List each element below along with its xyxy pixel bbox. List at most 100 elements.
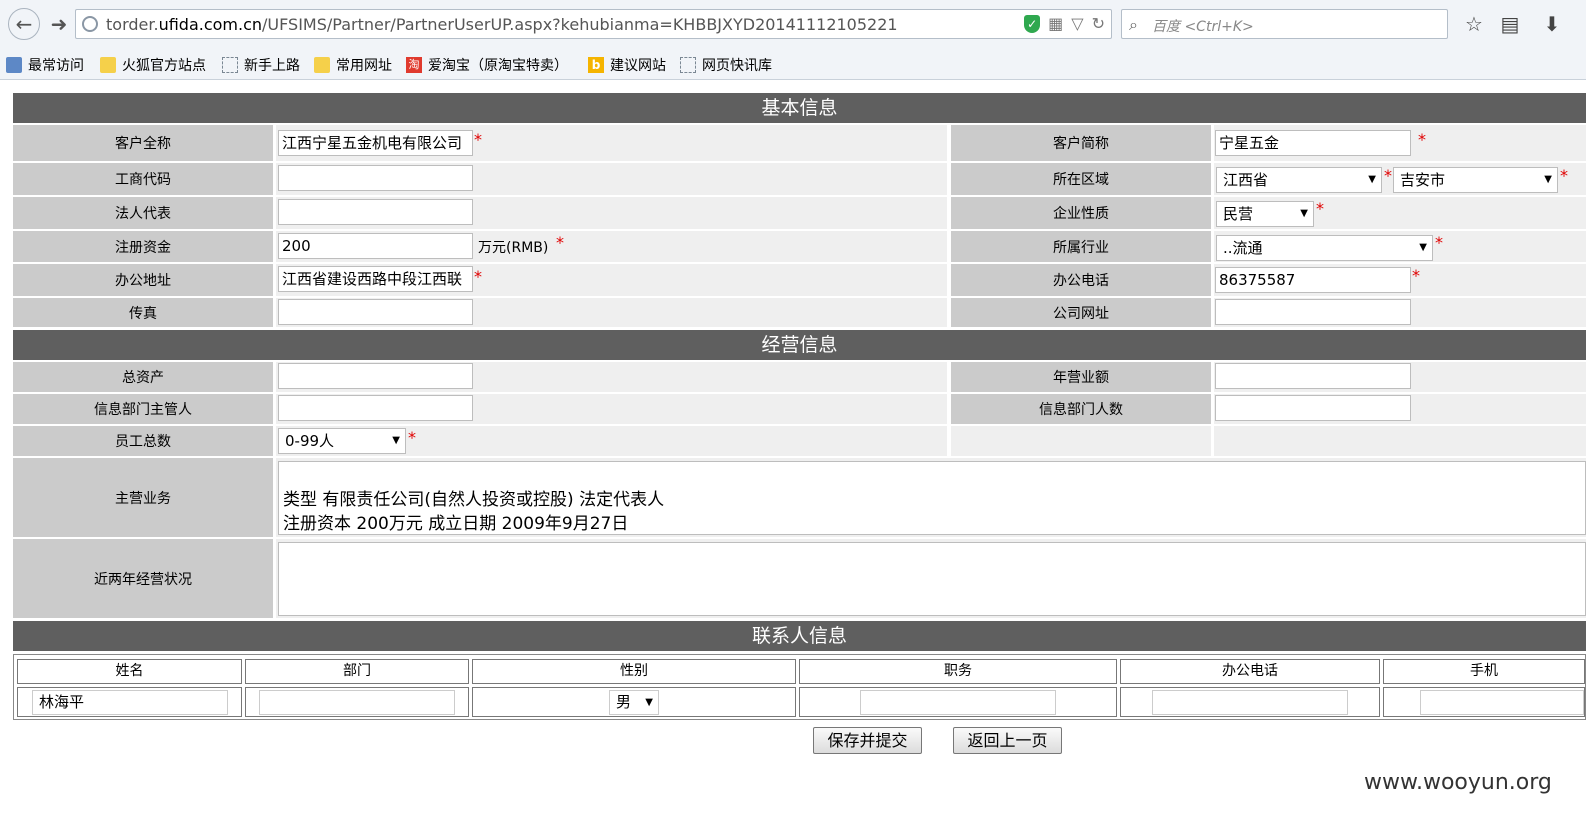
- revenue-label: 年营业额: [951, 362, 1211, 392]
- assets-input[interactable]: [278, 363, 473, 389]
- bookmarks-bar: 最常访问 火狐官方站点 新手上路 常用网址 淘爱淘宝（原淘宝特卖） b 建议网站 …: [0, 48, 1586, 80]
- full-name-input[interactable]: 江西宁星五金机电有限公司: [278, 130, 473, 156]
- revenue-input[interactable]: [1215, 363, 1411, 389]
- required-mark: *: [1418, 130, 1426, 149]
- required-mark: *: [474, 130, 482, 149]
- bookmark-aitaobao[interactable]: 淘爱淘宝（原淘宝特卖）: [406, 55, 568, 75]
- required-mark: *: [556, 233, 564, 252]
- address-input[interactable]: 江西省建设西路中段江西联: [278, 266, 473, 292]
- star-bookmark-icon[interactable]: ☆: [1461, 11, 1487, 37]
- reading-list-icon[interactable]: ▤: [1497, 11, 1523, 37]
- status-textarea[interactable]: [278, 542, 1586, 616]
- short-name-label: 客户简称: [951, 125, 1211, 161]
- staff-select[interactable]: 0-99人 ▼: [278, 428, 406, 454]
- bookmark-most-visited[interactable]: 最常访问: [6, 55, 84, 75]
- required-mark: *: [408, 428, 416, 447]
- qr-code-icon[interactable]: ▦: [1048, 14, 1063, 33]
- contact-name-input[interactable]: 林海平: [32, 690, 228, 715]
- shield-icon[interactable]: ✓: [1024, 14, 1041, 33]
- browser-navbar: ← ➜ torder.ufida.com.cn/UFSIMS/Partner/P…: [0, 0, 1586, 48]
- bookmark-common-sites[interactable]: 常用网址: [314, 55, 392, 75]
- bookmark-suggested-sites[interactable]: b 建议网站: [588, 55, 666, 75]
- status-label: 近两年经营状况: [13, 539, 273, 618]
- col-header-dept: 部门: [245, 659, 469, 684]
- download-icon[interactable]: ⬇: [1539, 11, 1565, 37]
- capital-unit: 万元(RMB): [478, 240, 549, 256]
- page-icon: [680, 57, 696, 73]
- bookmark-firefox-site[interactable]: 火狐官方站点: [100, 55, 206, 75]
- contact-title-input[interactable]: [860, 690, 1056, 715]
- it-count-input[interactable]: [1215, 395, 1411, 421]
- watermark: www.wooyun.org: [1364, 770, 1552, 795]
- legal-rep-input[interactable]: [278, 199, 473, 225]
- table-cell: [1383, 687, 1585, 717]
- reload-icon[interactable]: ↻: [1092, 14, 1105, 33]
- dropdown-caret-icon: ▼: [1419, 242, 1427, 253]
- taobao-icon: 淘: [406, 57, 422, 73]
- search-input[interactable]: 百度 <Ctrl+K>: [1152, 16, 1254, 36]
- col-header-gender: 性别: [472, 659, 796, 684]
- search-page-icon: [6, 57, 22, 73]
- bing-icon: b: [588, 57, 604, 73]
- back-arrow-icon[interactable]: ←: [8, 8, 40, 40]
- table-cell: 林海平: [17, 687, 242, 717]
- back-button[interactable]: 返回上一页: [953, 727, 1062, 754]
- industry-select[interactable]: ..流通 ▼: [1216, 235, 1433, 261]
- nature-select[interactable]: 民营 ▼: [1216, 201, 1314, 227]
- empty-cell: [1214, 426, 1586, 456]
- website-label: 公司网址: [951, 298, 1211, 327]
- biz-code-input[interactable]: [278, 165, 473, 191]
- industry-label: 所属行业: [951, 231, 1211, 262]
- required-mark: *: [1435, 233, 1443, 252]
- required-mark: *: [1560, 166, 1568, 185]
- section-header-business: 经营信息: [13, 330, 1586, 360]
- page-icon: [222, 57, 238, 73]
- globe-icon: [82, 16, 98, 32]
- short-name-input[interactable]: 宁星五金: [1215, 130, 1411, 156]
- biz-code-label: 工商代码: [13, 163, 273, 195]
- forward-arrow-icon[interactable]: ➜: [44, 10, 74, 38]
- table-cell: 男 ▼: [472, 687, 796, 717]
- empty-cell: [951, 426, 1211, 456]
- search-bar[interactable]: ⌕ 百度 <Ctrl+K>: [1121, 9, 1448, 39]
- section-header-contacts: 联系人信息: [13, 621, 1586, 651]
- staff-label: 员工总数: [13, 426, 273, 456]
- bookmark-web-slices[interactable]: 网页快讯库: [680, 55, 772, 75]
- phone-input[interactable]: 86375587: [1215, 267, 1411, 293]
- address-bar[interactable]: torder.ufida.com.cn/UFSIMS/Partner/Partn…: [75, 9, 1112, 39]
- main-biz-textarea[interactable]: 类型 有限责任公司(自然人投资或控股) 法定代表人 注册资本 200万元 成立日…: [278, 461, 1586, 535]
- fax-input[interactable]: [278, 299, 473, 325]
- legal-rep-label: 法人代表: [13, 197, 273, 229]
- phone-label: 办公电话: [951, 264, 1211, 296]
- city-select[interactable]: 吉安市 ▼: [1393, 167, 1558, 193]
- save-submit-button[interactable]: 保存并提交: [813, 727, 922, 754]
- contact-gender-select[interactable]: 男 ▼: [609, 690, 659, 715]
- province-select[interactable]: 江西省 ▼: [1216, 167, 1382, 193]
- contacts-table: 姓名 部门 性别 职务 办公电话 手机 林海平 男 ▼: [13, 654, 1586, 720]
- region-label: 所在区域: [951, 163, 1211, 195]
- col-header-mobile: 手机: [1383, 659, 1585, 684]
- nature-label: 企业性质: [951, 197, 1211, 229]
- fax-label: 传真: [13, 298, 273, 327]
- it-head-input[interactable]: [278, 395, 473, 421]
- contact-dept-input[interactable]: [259, 690, 455, 715]
- col-header-name: 姓名: [17, 659, 242, 684]
- required-mark: *: [1316, 199, 1324, 218]
- search-icon: ⌕: [1129, 15, 1138, 34]
- website-input[interactable]: [1215, 299, 1411, 325]
- folder-icon: [314, 57, 330, 73]
- full-name-label: 客户全称: [13, 125, 273, 161]
- dropdown-caret-icon: ▼: [392, 435, 400, 446]
- url-text[interactable]: torder.ufida.com.cn/UFSIMS/Partner/Partn…: [106, 15, 898, 34]
- table-cell: [799, 687, 1117, 717]
- table-cell: [245, 687, 469, 717]
- col-header-title: 职务: [799, 659, 1117, 684]
- it-head-label: 信息部门主管人: [13, 394, 273, 424]
- dropdown-arrow-icon[interactable]: ▽: [1071, 14, 1083, 33]
- capital-input[interactable]: 200: [278, 233, 473, 259]
- address-label: 办公地址: [13, 264, 273, 296]
- contact-mobile-input[interactable]: [1420, 690, 1584, 715]
- dropdown-caret-icon: ▼: [1368, 174, 1376, 185]
- contact-phone-input[interactable]: [1152, 690, 1348, 715]
- bookmark-getting-started[interactable]: 新手上路: [222, 55, 300, 75]
